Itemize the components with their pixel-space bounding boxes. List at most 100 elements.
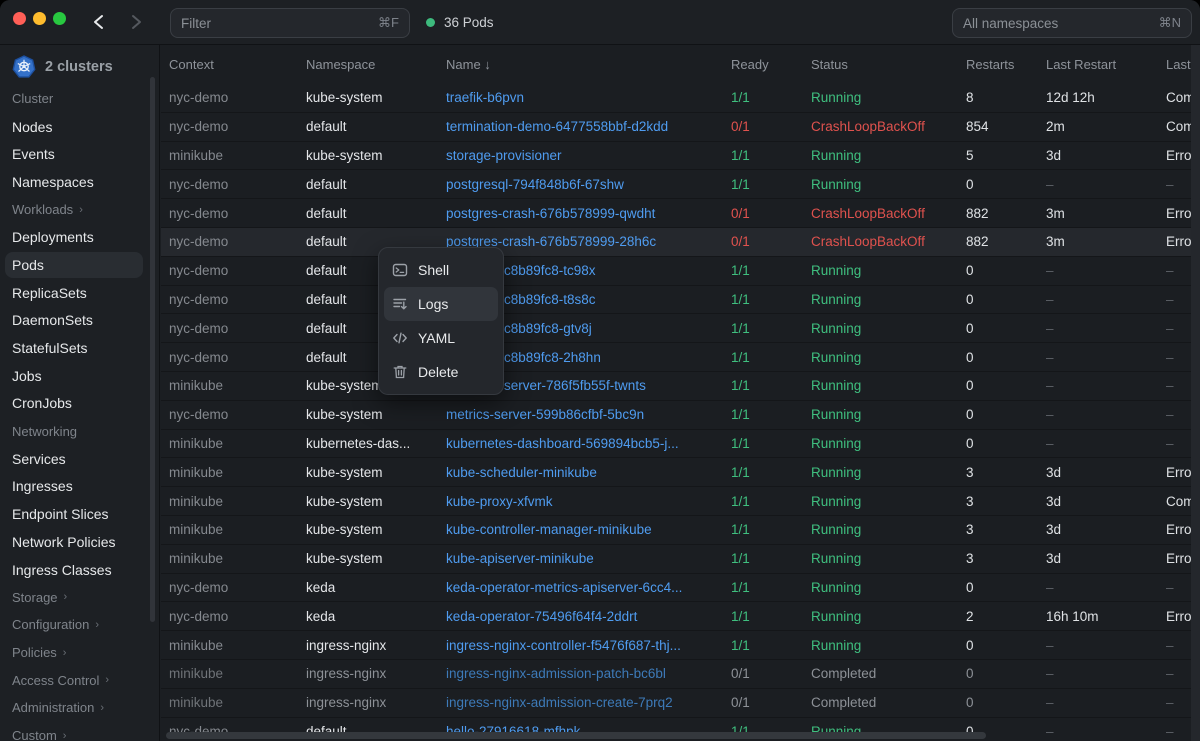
back-button[interactable] [86,10,110,34]
sidebar-section-custom[interactable]: Custom › [0,722,159,741]
pods-table: Context Namespace Name ↓ Ready Status Restart… [161,45,1200,741]
close-window-button[interactable] [13,12,26,25]
column-header-namespace[interactable]: Namespace [306,57,446,72]
table-row[interactable]: minikube kube-system storage-provisioner 1/… [161,142,1200,171]
table-row[interactable]: nyc-demo default c8b89fc8-t8s8c 1/1 Running 0… [161,286,1200,315]
pod-name-link[interactable]: ingress-nginx-admission-create-7prq2 [446,695,731,710]
sidebar-item-namespaces[interactable]: Namespaces [0,168,159,196]
cell-last-restart: – [1046,349,1054,365]
table-row[interactable]: nyc-demo default c8b89fc8-2h8hn 1/1 Running 0… [161,343,1200,372]
minimize-window-button[interactable] [33,12,46,25]
column-header-restarts[interactable]: Restarts [966,57,1046,72]
sidebar-section-configuration[interactable]: Configuration › [0,611,159,639]
table-row[interactable]: minikube ingress-nginx ingress-nginx-admis… [161,689,1200,718]
sidebar-item-endpoint-slices[interactable]: Endpoint Slices [0,500,159,528]
table-row[interactable]: nyc-demo default postgres-crash-676b578999… [161,227,1200,257]
pod-name-link[interactable]: kube-apiserver-minikube [446,551,731,566]
sidebar-item-label: Jobs [12,367,42,384]
table-row[interactable]: nyc-demo default c8b89fc8-tc98x 1/1 Running 0… [161,257,1200,286]
table-row[interactable]: nyc-demo kube-system traefik-b6pvn 1/1 Runni… [161,84,1200,113]
sidebar-section-storage[interactable]: Storage › [0,583,159,611]
forward-button[interactable] [124,10,148,34]
cell-status: Running [811,464,862,480]
horizontal-scrollbar[interactable] [166,732,986,739]
table-row[interactable]: nyc-demo default postgres-crash-676b578999… [161,199,1200,228]
sidebar-item-nodes[interactable]: Nodes [0,113,159,141]
cell-last-restart: – [1046,579,1054,595]
pod-name-link[interactable]: postgresql-794f848b6f-67shw [446,177,731,192]
table-row[interactable]: nyc-demo keda keda-operator-metrics-apiser… [161,574,1200,603]
table-row[interactable]: nyc-demo default termination-demo-6477558b… [161,113,1200,142]
table-row[interactable]: minikube kube-system kube-proxy-xfvmk 1/1 Ru… [161,487,1200,516]
sidebar-item-ingresses[interactable]: Ingresses [0,473,159,501]
menu-item-logs[interactable]: Logs [384,287,498,321]
table-row[interactable]: minikube ingress-nginx ingress-nginx-contr… [161,631,1200,660]
pod-name-link[interactable]: keda-operator-metrics-apiserver-6cc4... [446,580,731,595]
sidebar-item-pods[interactable]: Pods [0,251,159,279]
sidebar-section-administration[interactable]: Administration › [0,694,159,722]
sidebar-section-networking[interactable]: Networking [0,417,159,445]
table-row[interactable]: minikube kube-system server-786f5fb55f-twn… [161,372,1200,401]
chevron-right-icon: › [79,203,83,216]
pod-name-link[interactable]: storage-provisioner [446,148,731,163]
sidebar-section-workloads[interactable]: Workloads › [0,196,159,224]
sidebar-section-cluster[interactable]: Cluster [0,85,159,113]
column-header-ready[interactable]: Ready [731,57,811,72]
pod-name-link[interactable]: keda-operator-75496f64f4-2ddrt [446,609,731,624]
column-header-context[interactable]: Context [169,57,306,72]
pod-name-link[interactable]: termination-demo-6477558bbf-d2kdd [446,119,731,134]
sidebar-item-cronjobs[interactable]: CronJobs [0,390,159,418]
maximize-window-button[interactable] [53,12,66,25]
vertical-scrollbar[interactable] [1191,45,1200,741]
table-row[interactable]: minikube kube-system kube-scheduler-miniku… [161,458,1200,488]
pod-name-link[interactable]: traefik-b6pvn [446,90,731,105]
sidebar-item-replicasets[interactable]: ReplicaSets [0,279,159,307]
cell-status: Running [811,435,862,451]
column-header-last-restart[interactable]: Last Restart [1046,57,1166,72]
cell-status: Running [811,637,862,653]
filter-input[interactable]: Filter ⌘F [170,8,410,38]
cell-restarts: 3 [966,464,974,480]
table-row[interactable]: nyc-demo keda keda-operator-75496f64f4-2dd… [161,602,1200,632]
sidebar-item-statefulsets[interactable]: StatefulSets [0,334,159,362]
sidebar-item-services[interactable]: Services [0,445,159,473]
sidebar-item-ingress-classes[interactable]: Ingress Classes [0,556,159,584]
pod-name-link[interactable]: postgres-crash-676b578999-qwdht [446,206,731,221]
column-header-name[interactable]: Name ↓ [446,57,731,72]
table-row[interactable]: nyc-demo default c8b89fc8-gtv8j 1/1 Running 0… [161,314,1200,344]
sidebar-item-deployments[interactable]: Deployments [0,223,159,251]
table-row[interactable]: minikube ingress-nginx ingress-nginx-admis… [161,660,1200,689]
menu-item-yaml[interactable]: YAML [384,321,498,355]
sidebar-item-daemonsets[interactable]: DaemonSets [0,307,159,335]
pod-name-link[interactable]: kube-scheduler-minikube [446,465,731,480]
table-row[interactable]: minikube kubernetes-das... kubernetes-dash… [161,430,1200,459]
menu-item-delete[interactable]: Delete [384,355,498,389]
pod-name-link[interactable]: ingress-nginx-controller-f5476f687-thj..… [446,638,731,653]
cell-last-restart: – [1046,407,1054,423]
column-header-status[interactable]: Status [811,57,966,72]
sidebar-section-access-control[interactable]: Access Control › [0,666,159,694]
pod-name-link[interactable]: metrics-server-599b86cfbf-5bc9n [446,407,731,422]
cell-namespace: kube-system [306,522,383,538]
sidebar-section-policies[interactable]: Policies › [0,639,159,667]
sidebar-item-jobs[interactable]: Jobs [0,362,159,390]
menu-item-shell[interactable]: Shell [384,253,498,287]
sidebar-item-label: Events [12,146,55,163]
pod-name-link[interactable]: kube-proxy-xfvmk [446,494,731,509]
clusters-switcher[interactable]: 2 clusters [0,45,159,85]
sidebar-item-events[interactable]: Events [0,140,159,168]
cell-last-restart: – [1046,378,1054,394]
pod-name-link[interactable]: kube-controller-manager-minikube [446,522,731,537]
table-row[interactable]: minikube kube-system kube-apiserver-miniku… [161,545,1200,574]
sidebar-item-network-policies[interactable]: Network Policies [0,528,159,556]
namespace-selector[interactable]: All namespaces ⌘N [952,8,1192,38]
table-row[interactable]: nyc-demo kube-system metrics-server-599b86… [161,401,1200,430]
table-row[interactable]: minikube kube-system kube-controller-manag… [161,516,1200,545]
pod-name-link[interactable]: ingress-nginx-admission-patch-bc6bl [446,666,731,681]
table-row[interactable]: nyc-demo default postgresql-794f848b6f-67s… [161,170,1200,200]
cell-ready: 1/1 [731,464,750,480]
sidebar-scrollbar[interactable] [150,77,155,622]
sidebar: 2 clusters Cluster Nodes Events Namespaces W… [0,45,160,741]
pod-name-link[interactable]: kubernetes-dashboard-569894bcb5-j... [446,436,731,451]
cell-last-restart: – [1046,695,1054,711]
